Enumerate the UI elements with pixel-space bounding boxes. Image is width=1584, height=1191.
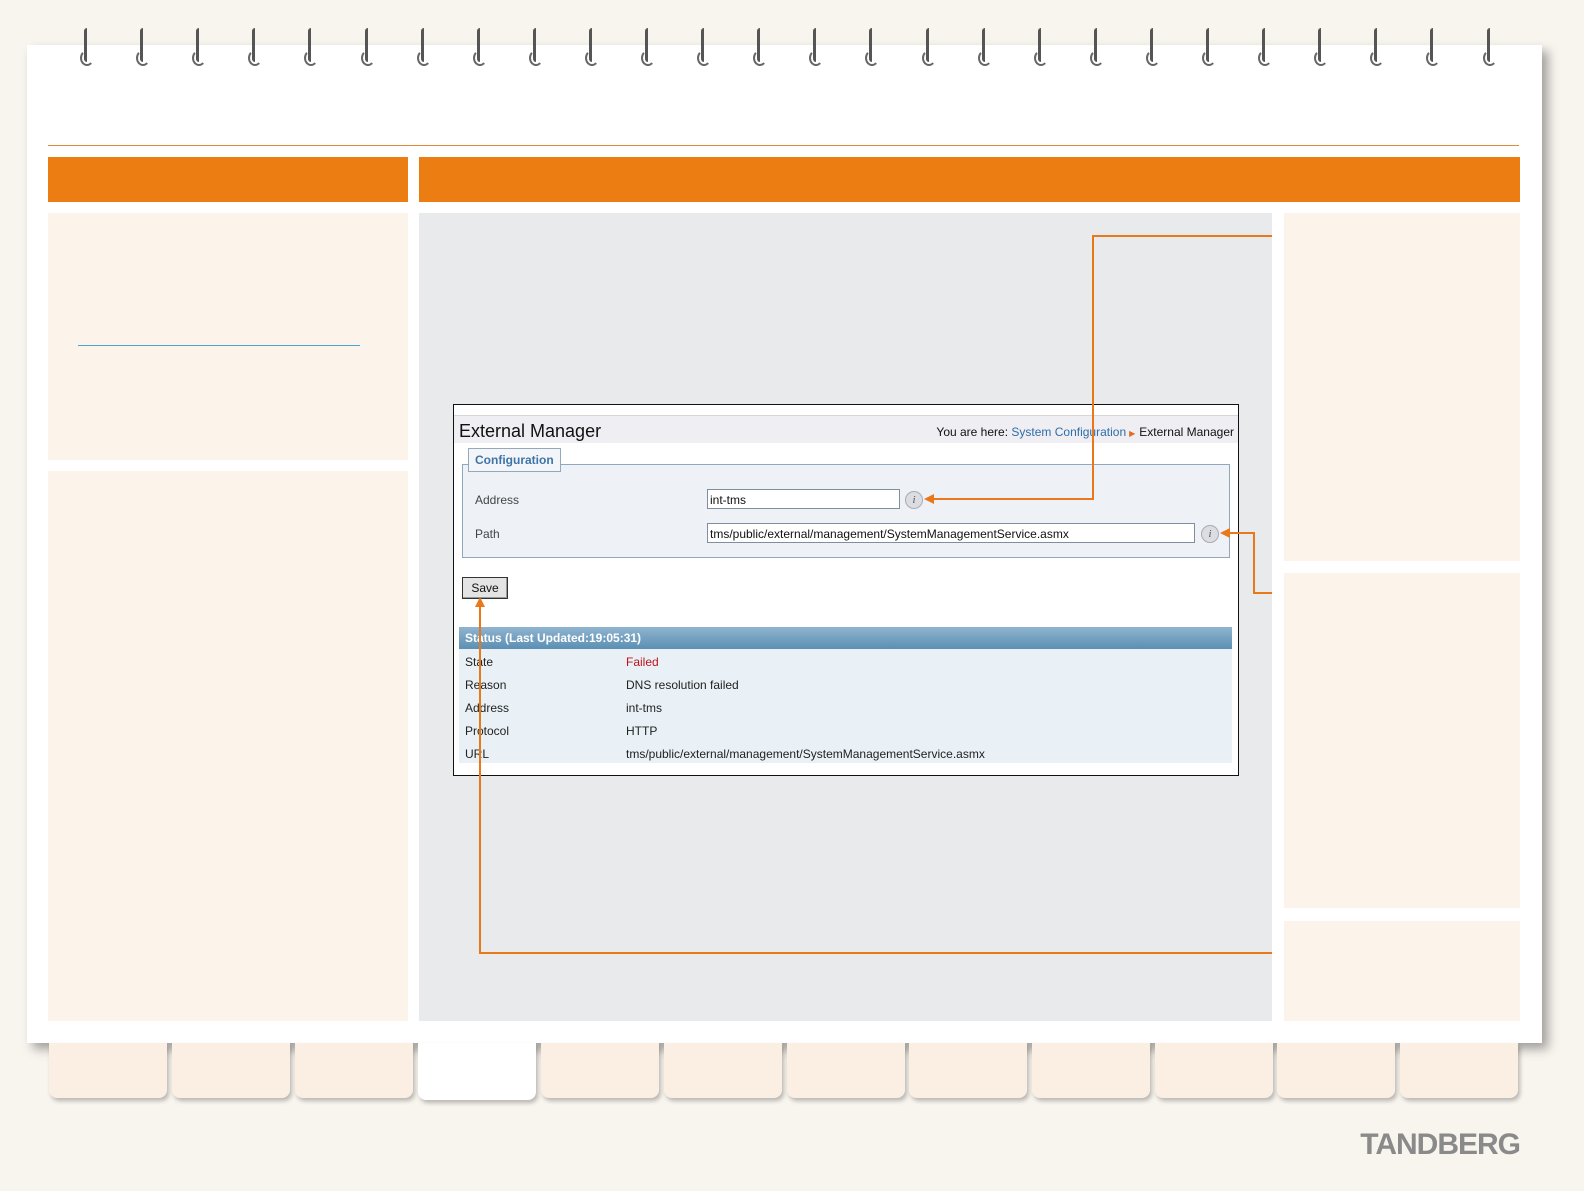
callout-arrow-address [924,494,934,504]
section-tab-7[interactable] [787,1043,905,1098]
section-tab-12[interactable] [1400,1043,1518,1098]
callout-lines [475,235,1272,954]
section-tab-5[interactable] [541,1043,659,1098]
section-tab-4-active[interactable] [418,1043,536,1100]
section-tab-9[interactable] [1032,1043,1150,1098]
section-tab-3[interactable] [295,1043,413,1098]
section-tab-2[interactable] [172,1043,290,1098]
section-tab-10[interactable] [1155,1043,1273,1098]
section-tab-11[interactable] [1277,1043,1395,1098]
callout-line-path [1226,532,1272,594]
tandberg-logo: TANDBERG [1360,1128,1521,1161]
callout-line-save [479,604,1272,954]
callout-line-address [930,235,1272,500]
section-tab-8[interactable] [909,1043,1027,1098]
callout-arrow-save [475,597,485,607]
callout-arrow-path [1220,528,1230,538]
section-tab-1[interactable] [49,1043,167,1098]
section-tab-6[interactable] [664,1043,782,1098]
